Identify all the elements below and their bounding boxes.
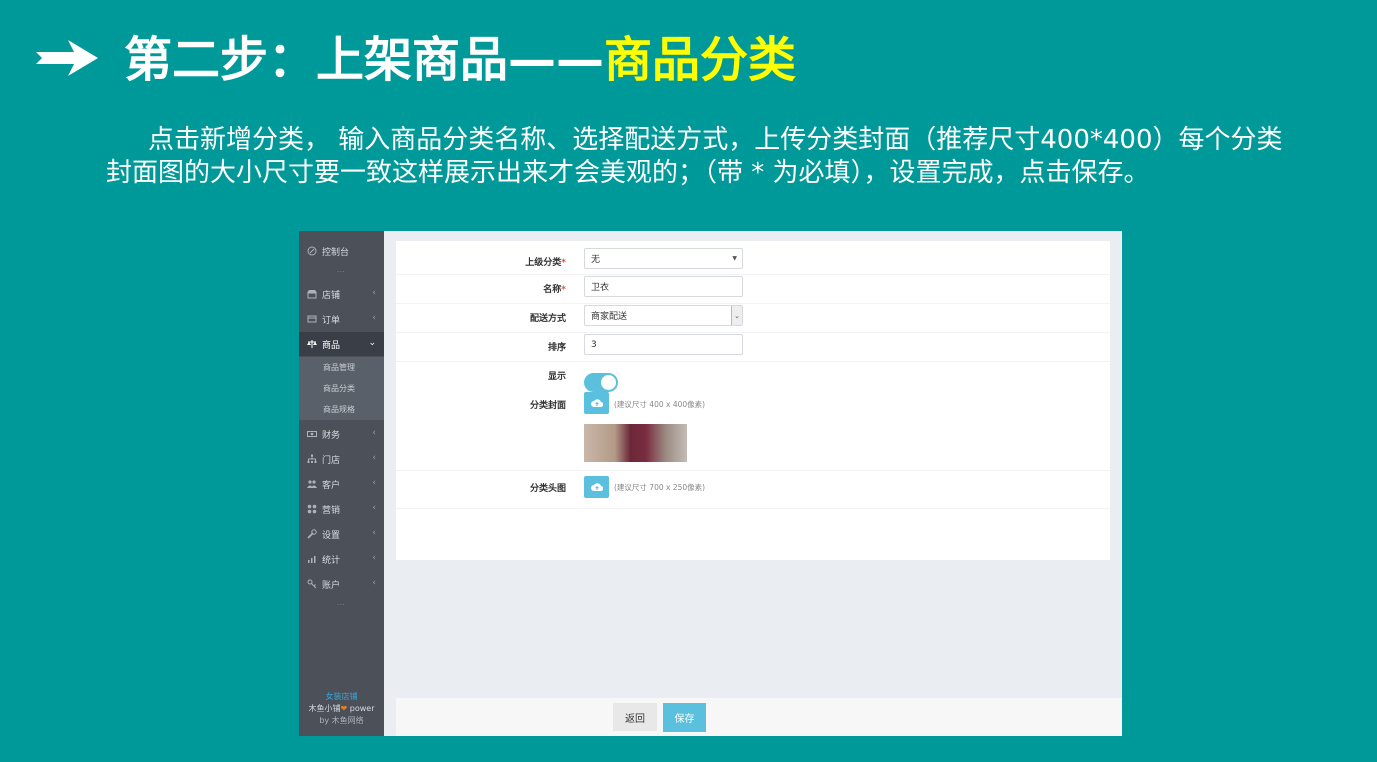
- slide-title-highlight: 商品分类: [604, 32, 797, 88]
- form-row-sort: 排序 3: [396, 333, 1110, 362]
- form-row-header-img: 分类头图 (建议尺寸 700 x 250像素): [396, 472, 1110, 509]
- delivery-select[interactable]: 商家配送 ⌄: [584, 305, 743, 326]
- name-input[interactable]: 卫衣: [584, 276, 743, 297]
- sidebar-item-label: 营销: [322, 505, 341, 516]
- money-icon: [306, 429, 317, 440]
- bar-chart-icon: [306, 554, 317, 565]
- sitemap-icon: [306, 454, 317, 465]
- form-row-parent: 上级分类* 无 ▼: [396, 245, 1110, 275]
- sidebar-item-account[interactable]: 账户 ‹: [299, 572, 384, 596]
- save-button[interactable]: 保存: [663, 703, 706, 732]
- toggle-knob: [601, 375, 616, 390]
- heart-icon: ❤: [340, 704, 348, 713]
- sidebar-item-label: 商品: [322, 340, 341, 351]
- sidebar-subitem-product-category[interactable]: 商品分类: [299, 378, 384, 399]
- sidebar-item-customers[interactable]: 客户 ‹: [299, 472, 384, 496]
- sidebar-footer: 女装店铺 木鱼小铺❤ power by 木鱼网络: [299, 691, 384, 727]
- category-form: 上级分类* 无 ▼ 名称* 卫衣 配送方式 商家配送 ⌄ 排序 3 显示 分类封…: [396, 241, 1110, 560]
- power-line: 木鱼小铺❤ power: [308, 704, 375, 713]
- form-label: 配送方式: [529, 314, 566, 324]
- sidebar-divider: ...: [337, 265, 345, 274]
- form-row-delivery: 配送方式 商家配送 ⌄: [396, 304, 1110, 333]
- sidebar-item-statistics[interactable]: 统计 ‹: [299, 547, 384, 571]
- form-row-name: 名称* 卫衣: [396, 275, 1110, 304]
- back-button[interactable]: 返回: [613, 703, 657, 731]
- sort-input[interactable]: 3: [584, 334, 743, 355]
- caret-down-icon: ▼: [732, 255, 737, 262]
- cloud-upload-icon: [590, 399, 603, 408]
- sidebar-item-orders[interactable]: 订单 ‹: [299, 307, 384, 331]
- store-icon: [306, 289, 317, 300]
- form-row-cover: 分类封面 (建议尺寸 400 x 400像素): [396, 392, 1110, 471]
- form-label: 分类封面: [529, 401, 566, 411]
- form-label: 分类头图: [529, 484, 566, 494]
- grid-icon: [306, 504, 317, 515]
- sidebar-item-store[interactable]: 店铺 ‹: [299, 282, 384, 306]
- chevron-left-icon: ‹: [372, 528, 376, 538]
- form-label: 名称*: [543, 285, 566, 295]
- chevron-left-icon: ‹: [372, 478, 376, 488]
- slide-description: 点击新增分类， 输入商品分类名称、选择配送方式，上传分类封面（推荐尺寸400*4…: [106, 125, 1283, 188]
- scale-icon: [306, 339, 317, 350]
- dashboard-icon: [306, 246, 317, 257]
- order-icon: [306, 314, 317, 325]
- chevron-left-icon: ‹: [372, 503, 376, 513]
- sidebar-item-label: 订单: [322, 315, 341, 326]
- chevron-left-icon: ‹: [372, 578, 376, 588]
- chevron-left-icon: ‹: [372, 553, 376, 563]
- cover-upload-button[interactable]: [584, 392, 609, 414]
- display-toggle[interactable]: [584, 373, 618, 392]
- sidebar-divider: ...: [337, 598, 345, 607]
- parent-category-select[interactable]: 无 ▼: [584, 248, 743, 269]
- app-window: 控制台 ... 店铺 ‹ 订单 ‹ 商品 ⌄ 商品管理 商品分类 商品规格 财务…: [299, 231, 1122, 736]
- chevron-left-icon: ‹: [372, 453, 376, 463]
- cloud-upload-icon: [590, 483, 603, 492]
- sidebar-subitem-product-manage[interactable]: 商品管理: [299, 357, 384, 378]
- chevron-left-icon: ‹: [372, 288, 376, 298]
- users-icon: [306, 479, 317, 490]
- sidebar-item-label: 控制台: [322, 247, 350, 258]
- cover-preview-image[interactable]: [584, 424, 687, 462]
- sidebar-item-label: 客户: [322, 480, 341, 491]
- chevron-down-icon: ⌄: [731, 306, 742, 325]
- form-label: 上级分类*: [525, 258, 566, 268]
- sidebar-item-label: 店铺: [322, 290, 341, 301]
- sidebar-item-products[interactable]: 商品 ⌄: [299, 332, 384, 356]
- sidebar-item-label: 财务: [322, 430, 341, 441]
- header-upload-button[interactable]: [584, 476, 609, 498]
- cover-size-hint: (建议尺寸 400 x 400像素): [614, 400, 706, 409]
- chevron-down-icon: ⌄: [368, 338, 376, 348]
- sidebar-item-label: 门店: [322, 455, 341, 466]
- by-line: by 木鱼网络: [319, 716, 364, 725]
- shop-name[interactable]: 女装店铺: [299, 691, 384, 703]
- chevron-left-icon: ‹: [372, 313, 376, 323]
- sidebar-item-settings[interactable]: 设置 ‹: [299, 522, 384, 546]
- sidebar-item-label: 统计: [322, 555, 341, 566]
- chevron-left-icon: ‹: [372, 428, 376, 438]
- sidebar-item-marketing[interactable]: 营销 ‹: [299, 497, 384, 521]
- slide-title: 第二步：上架商品——商品分类: [124, 32, 797, 88]
- form-label: 显示: [547, 372, 566, 382]
- sidebar-item-dashboard[interactable]: 控制台: [299, 239, 384, 263]
- wrench-icon: [306, 529, 317, 540]
- header-size-hint: (建议尺寸 700 x 250像素): [614, 483, 706, 492]
- key-icon: [306, 579, 317, 590]
- sidebar-item-stores[interactable]: 门店 ‹: [299, 447, 384, 471]
- sidebar-subitem-product-spec[interactable]: 商品规格: [299, 399, 384, 420]
- sidebar-item-label: 设置: [322, 530, 341, 541]
- sidebar-item-finance[interactable]: 财务 ‹: [299, 422, 384, 446]
- sidebar: 控制台 ... 店铺 ‹ 订单 ‹ 商品 ⌄ 商品管理 商品分类 商品规格 财务…: [299, 231, 384, 736]
- sidebar-item-label: 账户: [322, 580, 341, 591]
- right-arrow-icon: [36, 40, 98, 76]
- form-footer: 返回 保存: [396, 698, 1122, 736]
- form-label: 排序: [547, 343, 566, 353]
